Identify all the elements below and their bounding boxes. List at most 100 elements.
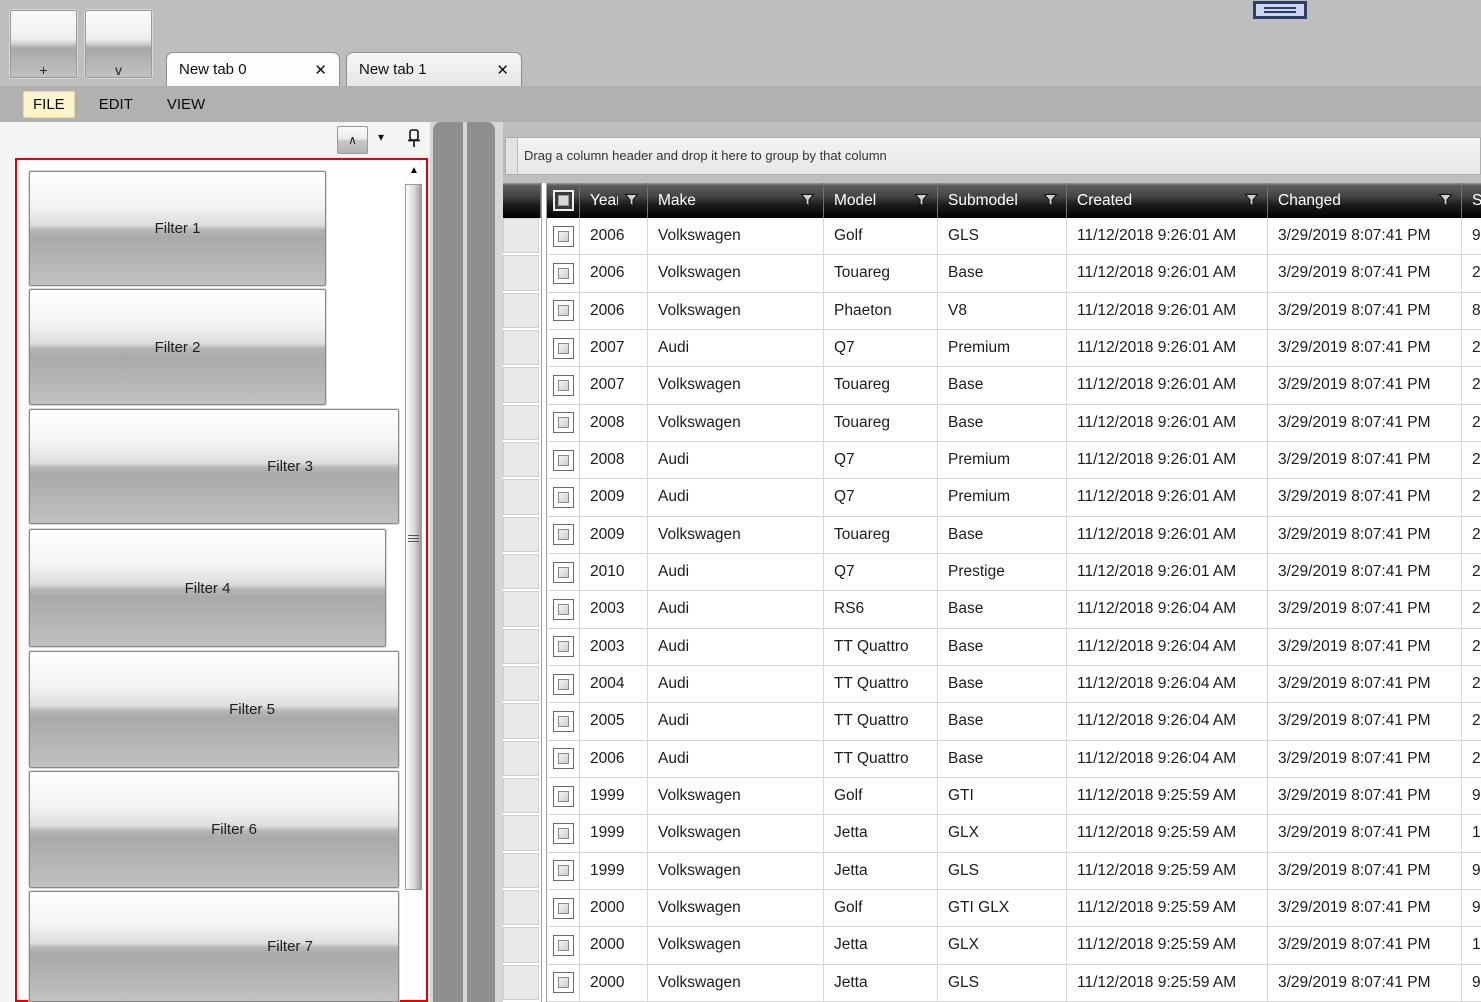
grid-header-cell-year[interactable]: Year xyxy=(580,183,648,218)
row-indicator[interactable] xyxy=(503,665,541,704)
checkbox[interactable] xyxy=(552,300,574,322)
filter-button-1[interactable]: Filter 1 xyxy=(29,171,326,286)
splitter-bar[interactable] xyxy=(433,122,463,1002)
row-indicator[interactable] xyxy=(503,703,541,741)
grid-header-cell-changed[interactable]: Changed xyxy=(1268,183,1462,218)
grid-cell-created: 11/12/2018 9:26:01 AM xyxy=(1067,553,1268,592)
row-indicator[interactable] xyxy=(503,852,541,890)
grid-header-cell-submodel[interactable]: Submodel xyxy=(938,183,1067,218)
row-indicator[interactable] xyxy=(503,292,541,330)
filter-button-5[interactable]: Filter 5 xyxy=(29,651,399,768)
grid-header-cell-make[interactable]: Make xyxy=(648,183,824,218)
tab-new-tab-0[interactable]: New tab 0 ✕ xyxy=(166,52,340,86)
row-indicator[interactable] xyxy=(503,367,541,405)
checkbox[interactable] xyxy=(552,748,574,770)
checkbox[interactable] xyxy=(552,972,574,994)
row-indicator[interactable] xyxy=(503,964,541,1002)
row-indicator[interactable] xyxy=(503,777,541,816)
checkbox[interactable] xyxy=(552,337,574,359)
checkbox[interactable] xyxy=(552,225,574,247)
grid-header-cell-indicator[interactable] xyxy=(503,183,541,218)
grid-header-cell-created[interactable]: Created xyxy=(1067,183,1268,218)
tab-list-dropdown-button[interactable]: v xyxy=(85,10,152,78)
filter-funnel-icon[interactable] xyxy=(1438,193,1453,208)
filter-button-2[interactable]: Filter 2 xyxy=(29,289,326,405)
grid-header-cell-select[interactable] xyxy=(547,183,580,218)
menu-item-edit[interactable]: EDIT xyxy=(89,91,143,118)
filter-button-3[interactable]: Filter 3 xyxy=(29,409,399,524)
panel-scrollbar[interactable]: ▲ xyxy=(404,160,424,1000)
grid-cell-extra: 9 xyxy=(1462,777,1481,816)
filter-button-6[interactable]: Filter 6 xyxy=(29,771,399,888)
checkbox[interactable] xyxy=(552,190,574,211)
filter-funnel-icon[interactable] xyxy=(624,193,639,208)
filter-button-4[interactable]: Filter 4 xyxy=(29,529,386,647)
column-header-label: Year xyxy=(590,191,618,209)
pushpin-icon[interactable] xyxy=(406,128,422,155)
splitter-bar[interactable] xyxy=(467,122,495,1002)
checkbox[interactable] xyxy=(552,934,574,956)
tab-new-tab-1[interactable]: New tab 1 ✕ xyxy=(346,52,522,86)
row-indicator[interactable] xyxy=(503,218,541,256)
grid-cell-year: 2009 xyxy=(580,479,648,517)
grid-header-cell-model[interactable]: Model xyxy=(824,183,938,218)
filter-funnel-icon[interactable] xyxy=(800,193,815,208)
menu-item-file[interactable]: FILE xyxy=(23,90,75,118)
checkbox[interactable] xyxy=(552,374,574,396)
scroll-up-arrow-icon[interactable]: ▲ xyxy=(404,162,424,180)
row-indicator[interactable] xyxy=(503,889,541,928)
grid-cell-created: 11/12/2018 9:26:04 AM xyxy=(1067,628,1268,666)
checkbox[interactable] xyxy=(552,822,574,844)
menu-item-view[interactable]: VIEW xyxy=(157,91,215,118)
checkbox[interactable] xyxy=(552,636,574,658)
collapse-panel-button[interactable]: ∧ xyxy=(337,126,368,154)
checkbox[interactable] xyxy=(552,673,574,695)
filter-button-label: Filter 6 xyxy=(211,821,257,838)
checkbox[interactable] xyxy=(552,524,574,546)
tab-close-icon[interactable]: ✕ xyxy=(496,61,509,79)
grid-cell-submodel: GLS xyxy=(938,218,1067,256)
grid-cell-make: Volkswagen xyxy=(648,889,824,928)
row-indicator[interactable] xyxy=(503,591,541,629)
tab-label: New tab 0 xyxy=(179,61,247,78)
grid-cell-extra: 2 xyxy=(1462,367,1481,405)
row-indicator[interactable] xyxy=(503,255,541,293)
checkbox[interactable] xyxy=(552,785,574,807)
checkbox[interactable] xyxy=(552,710,574,732)
checkbox[interactable] xyxy=(552,598,574,620)
add-tab-button[interactable]: + xyxy=(10,10,77,78)
row-indicator[interactable] xyxy=(503,329,541,368)
filter-button-7[interactable]: Filter 7 xyxy=(29,891,399,1002)
checkbox[interactable] xyxy=(552,897,574,919)
checkbox[interactable] xyxy=(552,262,574,284)
panel-options-dropdown-icon[interactable]: ▾ xyxy=(378,130,384,144)
filter-funnel-icon[interactable] xyxy=(1043,193,1058,208)
row-indicator[interactable] xyxy=(503,553,541,592)
filter-funnel-icon[interactable] xyxy=(914,193,929,208)
row-indicator[interactable] xyxy=(503,628,541,666)
row-indicator[interactable] xyxy=(503,516,541,554)
grid-cell-year: 2005 xyxy=(580,703,648,741)
scrollbar-thumb[interactable] xyxy=(405,184,422,890)
checkbox[interactable] xyxy=(552,449,574,471)
tab-close-icon[interactable]: ✕ xyxy=(314,61,327,79)
checkbox-inner xyxy=(557,379,569,391)
group-by-drop-zone[interactable]: Drag a column header and drop it here to… xyxy=(505,137,1481,175)
row-indicator[interactable] xyxy=(503,815,541,853)
row-indicator[interactable] xyxy=(503,441,541,480)
grid-cell-model: Q7 xyxy=(824,479,938,517)
table-row: 2007 Audi Q7 Premium 11/12/2018 9:26:01 AM 3/… xyxy=(503,329,1481,368)
row-indicator[interactable] xyxy=(503,740,541,778)
checkbox[interactable] xyxy=(552,412,574,434)
filter-funnel-icon[interactable] xyxy=(1244,193,1259,208)
docked-window-lines-icon[interactable] xyxy=(1253,1,1307,19)
grid-cell-make: Volkswagen xyxy=(648,404,824,442)
row-indicator[interactable] xyxy=(503,927,541,965)
checkbox[interactable] xyxy=(552,486,574,508)
checkbox[interactable] xyxy=(552,561,574,583)
row-indicator[interactable] xyxy=(503,479,541,517)
grid-header-cell-extra[interactable]: S xyxy=(1462,183,1481,218)
row-indicator[interactable] xyxy=(503,404,541,442)
checkbox[interactable] xyxy=(552,860,574,882)
grid-cell-created: 11/12/2018 9:26:01 AM xyxy=(1067,479,1268,517)
